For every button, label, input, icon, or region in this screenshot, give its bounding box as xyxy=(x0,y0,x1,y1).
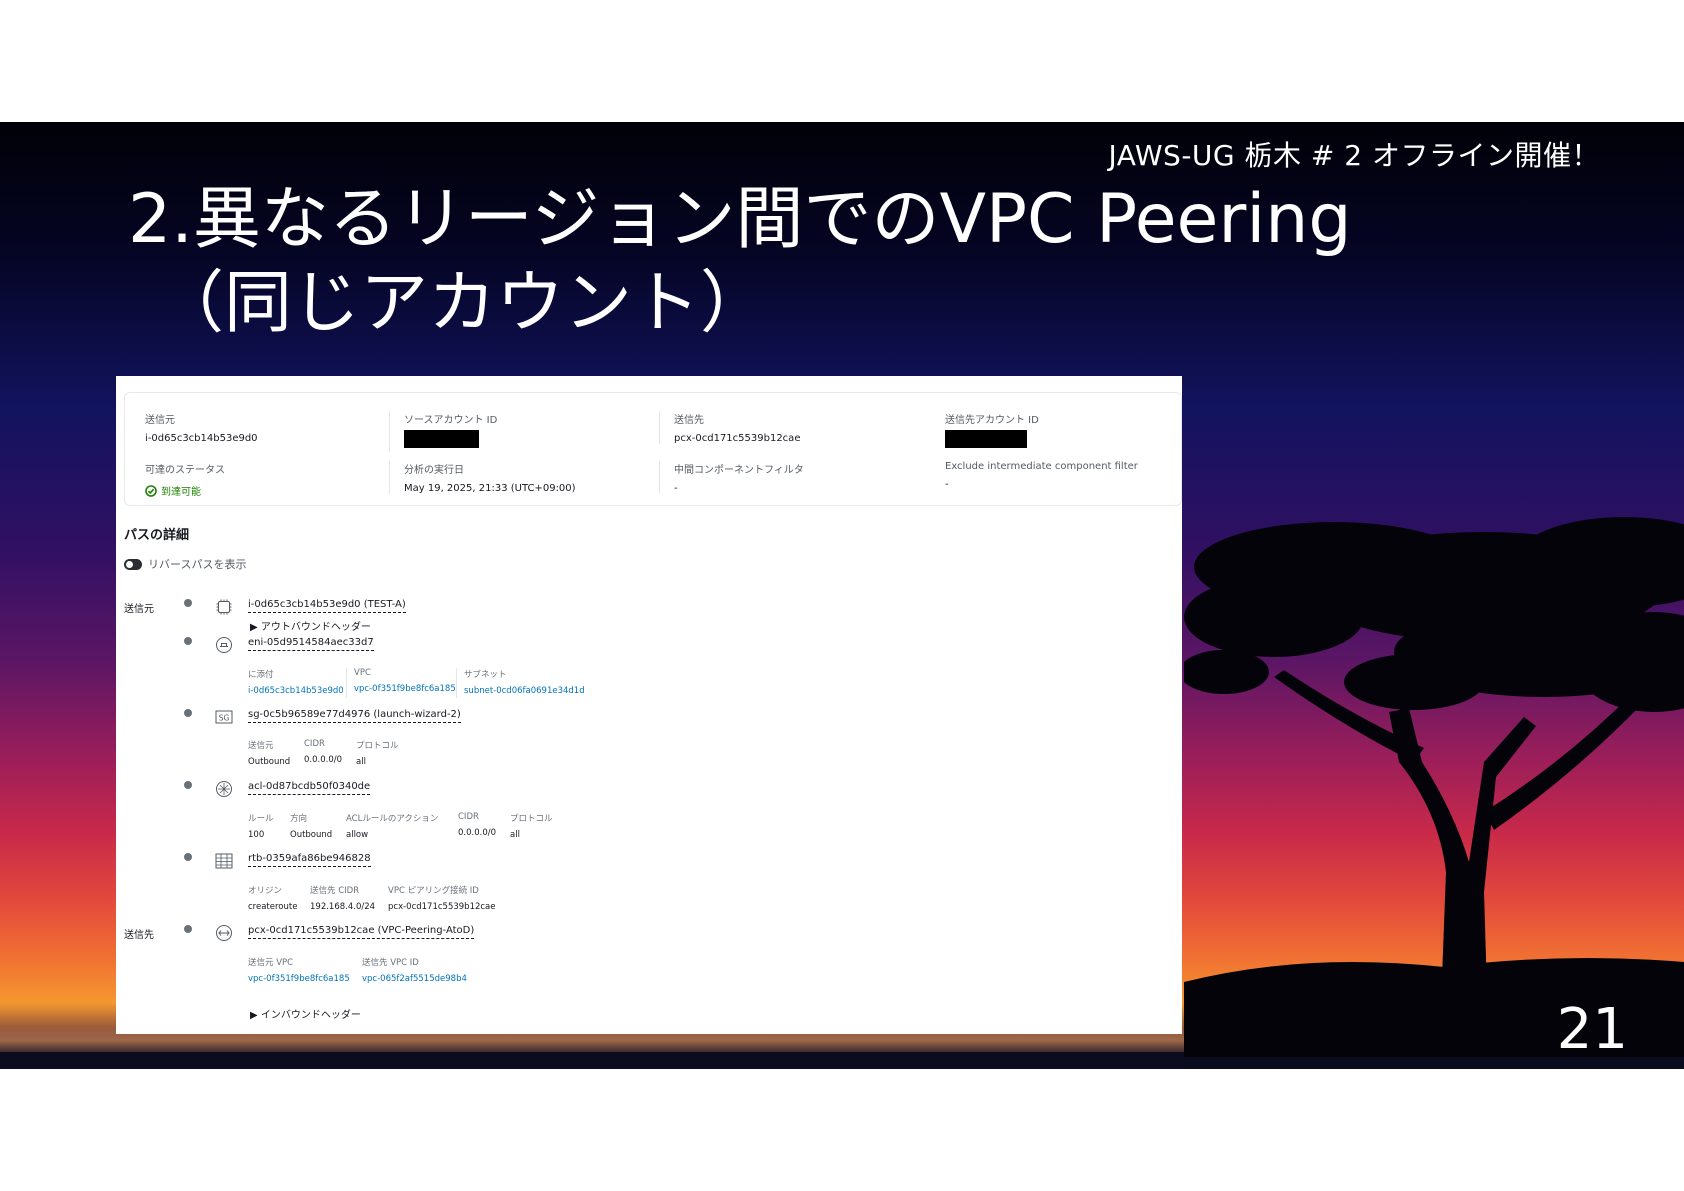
route-table-link[interactable]: rtb-0359afa86be946828 xyxy=(248,852,371,867)
path-node-dot xyxy=(184,925,192,933)
summary-intermediate-filter: 中間コンポーネントフィルタ - xyxy=(659,461,932,494)
title-line-2: （同じアカウント） xyxy=(156,264,769,343)
network-acl-icon xyxy=(216,781,232,797)
page-number: 21 xyxy=(1556,997,1628,1062)
summary-source: 送信元 i-0d65c3cb14b53e9d0 xyxy=(145,415,258,444)
peering-connection-link[interactable]: pcx-0cd171c5539b12cae (VPC-Peering-AtoD) xyxy=(248,924,475,939)
path-node-dot xyxy=(184,599,192,607)
summary-source-account: ソースアカウント ID xyxy=(389,411,662,452)
analysis-summary: 送信元 i-0d65c3cb14b53e9d0 ソースアカウント ID 送信先 … xyxy=(124,392,1182,506)
redacted-box xyxy=(404,430,479,448)
path-node-dot xyxy=(184,853,192,861)
source-side-label: 送信元 xyxy=(124,604,154,615)
caret-right-icon: ▶ xyxy=(250,1010,258,1021)
slide-background: JAWS-UG 栃木 # 2 オフライン開催！ 2.異なるリージョン間でのVPC… xyxy=(0,122,1684,1069)
console-screenshot: 送信元 i-0d65c3cb14b53e9d0 ソースアカウント ID 送信先 … xyxy=(116,376,1182,1034)
peering-connection-icon xyxy=(216,925,232,941)
outbound-header-expander[interactable]: ▶ アウトバウンドヘッダー xyxy=(250,618,371,633)
event-name: JAWS-UG 栃木 # 2 オフライン開催！ xyxy=(1108,139,1600,172)
path-details-title: パスの詳細 xyxy=(124,528,190,543)
route-table-icon xyxy=(215,853,233,869)
chip-icon xyxy=(216,599,232,615)
reverse-path-toggle[interactable] xyxy=(124,558,142,570)
reverse-path-toggle-row[interactable]: リバースパスを表示 xyxy=(124,556,246,572)
svg-text:SG: SG xyxy=(219,714,230,723)
network-interface-icon xyxy=(216,637,232,653)
instance-link[interactable]: i-0d65c3cb14b53e9d0 (TEST-A) xyxy=(248,598,406,613)
security-group-link[interactable]: sg-0c5b96589e77d4976 (launch-wizard-2) xyxy=(248,708,461,723)
summary-destination: 送信先 pcx-0cd171c5539b12cae xyxy=(659,411,932,444)
summary-reachability: 可達のステータス 到達可能 xyxy=(145,465,225,498)
path-node-dot xyxy=(184,781,192,789)
caret-right-icon: ▶ xyxy=(250,622,258,633)
eni-link[interactable]: eni-05d9514584aec33d7 xyxy=(248,636,374,651)
inbound-header-expander[interactable]: ▶ インバウンドヘッダー xyxy=(250,1006,361,1021)
path-node-dot xyxy=(184,637,192,645)
path-node-dot xyxy=(184,709,192,717)
destination-side-label: 送信先 xyxy=(124,930,154,941)
security-group-icon: SG xyxy=(215,710,233,724)
network-acl-link[interactable]: acl-0d87bcdb50f0340de xyxy=(248,780,371,795)
title-line-1: 2.異なるリージョン間でのVPC Peering xyxy=(128,180,1352,259)
summary-destination-account: 送信先アカウント ID xyxy=(945,411,1182,452)
redacted-box xyxy=(945,430,1027,448)
check-circle-icon xyxy=(145,484,157,497)
tree-silhouette xyxy=(1184,517,1684,1057)
slide-title: 2.異なるリージョン間でのVPC Peering （同じアカウント） xyxy=(128,178,1352,346)
summary-run-time: 分析の実行日 May 19, 2025, 21:33 (UTC+09:00) xyxy=(389,461,662,494)
summary-exclude-filter: Exclude intermediate component filter - xyxy=(945,461,1138,490)
